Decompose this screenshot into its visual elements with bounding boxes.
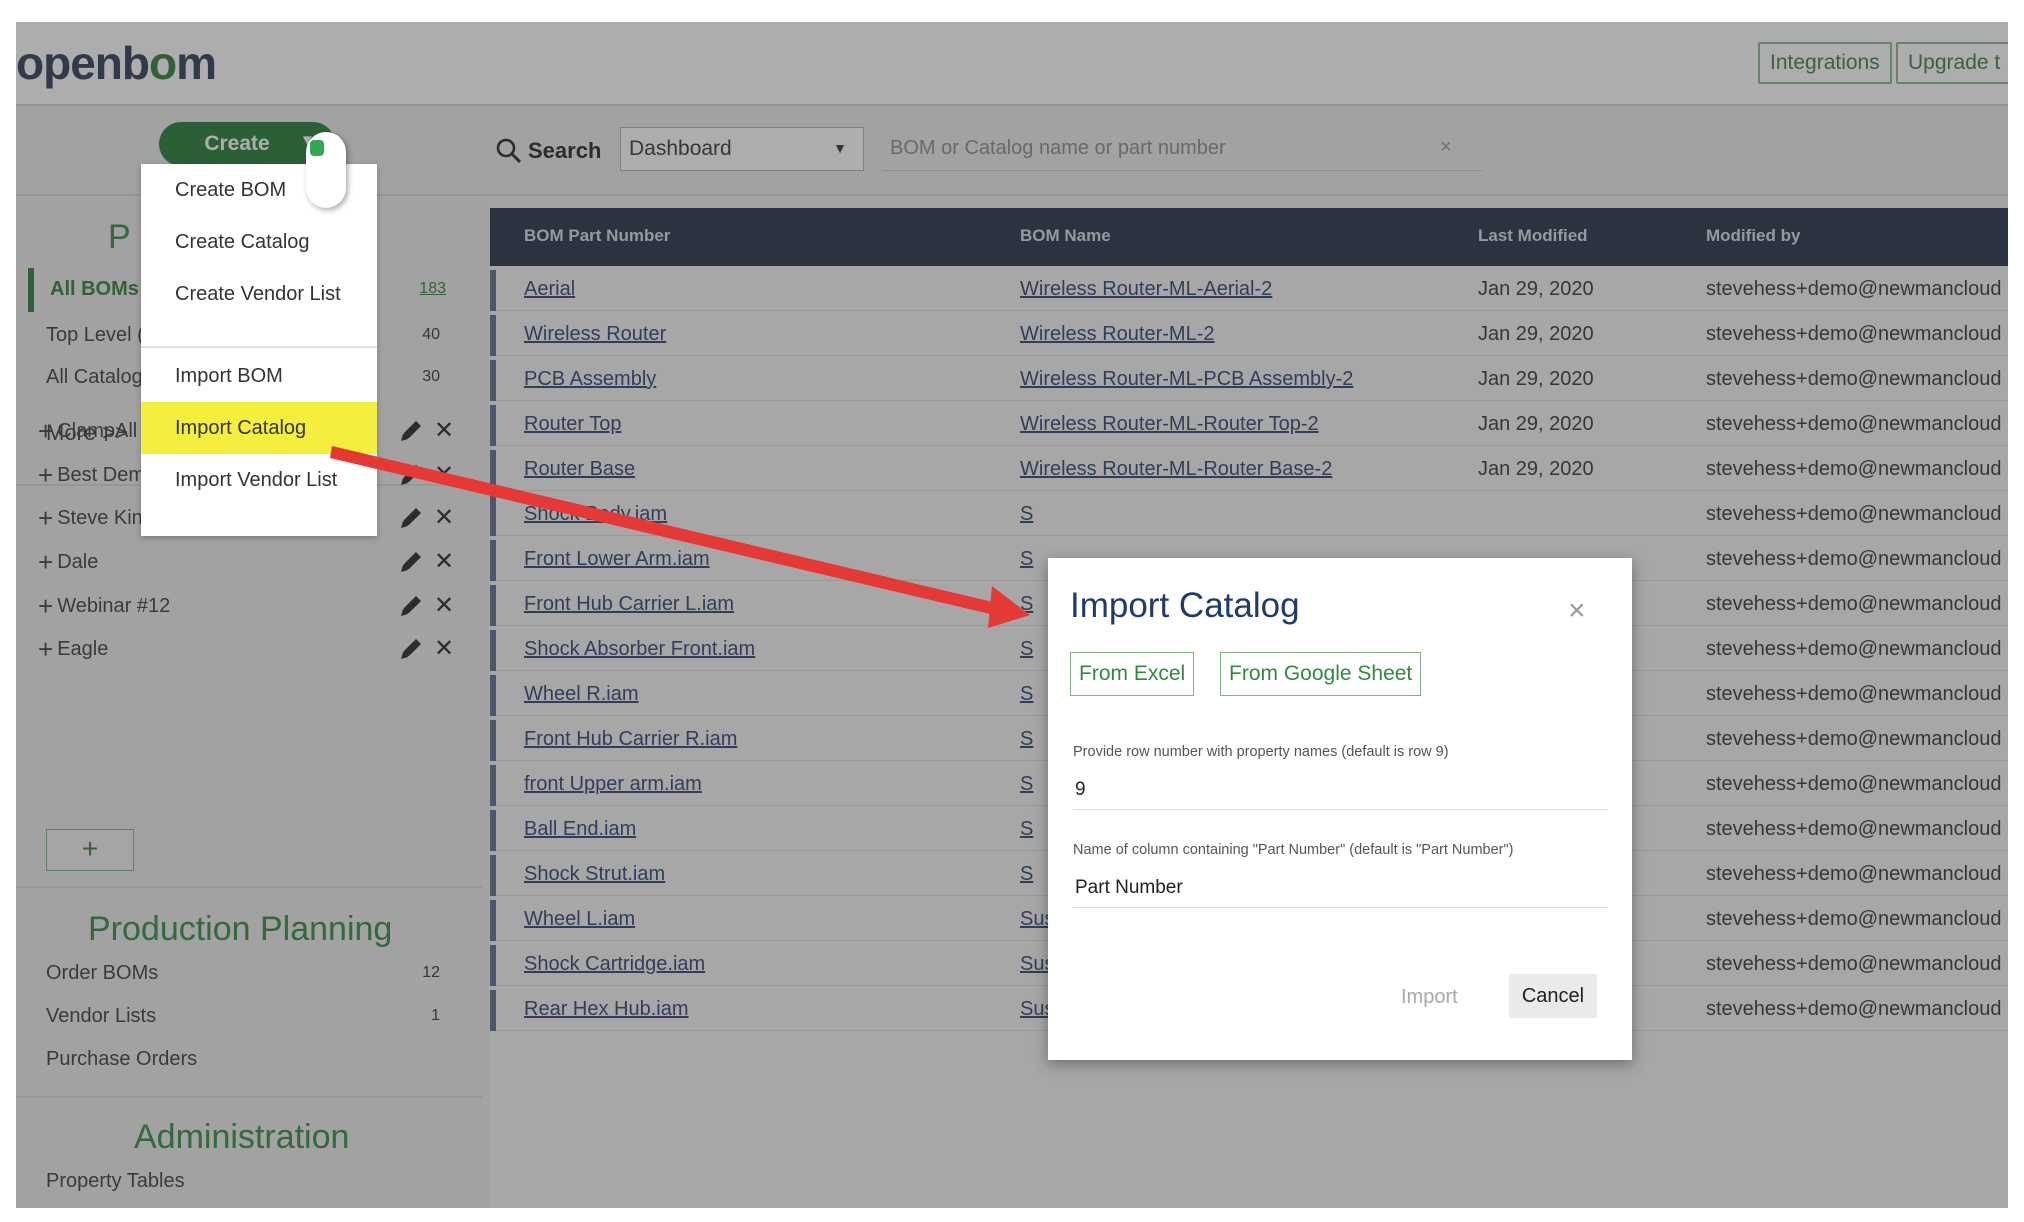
menu-divider xyxy=(141,346,377,348)
dialog-title: Import Catalog xyxy=(1070,586,1300,625)
part-number-column-label: Name of column containing "Part Number" … xyxy=(1073,842,1514,858)
row-number-label: Provide row number with property names (… xyxy=(1073,744,1449,760)
menu-item-import-bom[interactable]: Import BOM xyxy=(141,350,377,402)
app-window: openbom Integrations Upgrade t Create ▼ … xyxy=(16,22,2008,1208)
menu-item-import-catalog[interactable]: Import Catalog xyxy=(141,402,377,454)
mouse-button-indicator xyxy=(310,140,324,156)
row-number-field[interactable]: 9 xyxy=(1073,770,1608,810)
part-number-column-field[interactable]: Part Number xyxy=(1073,868,1608,908)
from-excel-button[interactable]: From Excel xyxy=(1070,652,1195,696)
cancel-button[interactable]: Cancel xyxy=(1509,974,1597,1018)
menu-item-create-catalog[interactable]: Create Catalog xyxy=(141,216,377,268)
from-google-sheet-button[interactable]: From Google Sheet xyxy=(1220,652,1422,696)
import-catalog-dialog: Import Catalog × From Excel From Google … xyxy=(1048,558,1632,1060)
menu-item-import-vendor-list[interactable]: Import Vendor List xyxy=(141,454,377,506)
import-button[interactable]: Import xyxy=(1401,986,1458,1009)
create-dropdown-menu: Create BOM Create Catalog Create Vendor … xyxy=(141,164,377,536)
close-icon[interactable]: × xyxy=(1568,594,1586,628)
menu-item-create-vendor-list[interactable]: Create Vendor List xyxy=(141,268,377,320)
